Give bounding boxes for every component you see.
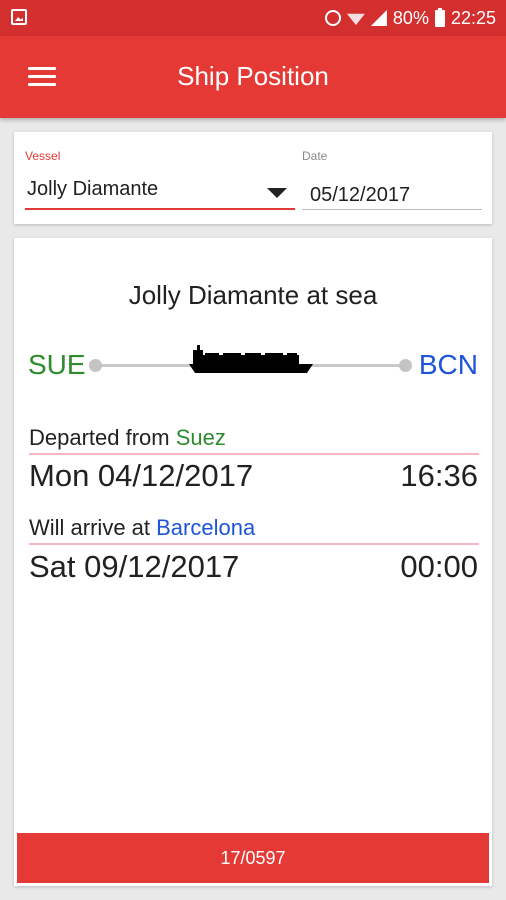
date-value: 05/12/2017 [310, 184, 411, 206]
page-title: Ship Position [177, 61, 329, 91]
wifi-icon [346, 13, 365, 25]
voyage-number-bar[interactable]: 17/0597 [17, 833, 489, 883]
departed-port: Suez [175, 425, 226, 450]
arrival-time: 00:00 [400, 549, 478, 584]
arrival-port: Barcelona [156, 515, 256, 540]
arrival-label: Will arrive at Barcelona [29, 515, 255, 541]
origin-dot [89, 359, 102, 372]
filter-card: Vessel Jolly Diamante Date 05/12/2017 [14, 132, 492, 224]
voyage-card: Jolly Diamante at sea SUE BCN Departed f… [14, 238, 492, 886]
date-field[interactable]: 05/12/2017 [302, 168, 482, 210]
clock: 22:25 [450, 7, 496, 28]
divider [29, 453, 479, 455]
status-indicators: 80% 22:25 [324, 0, 496, 36]
battery-icon [434, 7, 445, 27]
arrival-prefix: Will arrive at [29, 515, 157, 540]
destination-port-code: BCN [418, 349, 478, 380]
date-label: Date [302, 149, 328, 163]
dropdown-arrow-icon [267, 188, 287, 198]
departed-label: Departed from Suez [29, 425, 226, 451]
battery-percent: 80% [392, 7, 429, 28]
route-progress: SUE BCN [14, 340, 492, 390]
arrival-date: Sat 09/12/2017 [29, 549, 240, 584]
vessel-label: Vessel [25, 149, 61, 163]
departed-date: Mon 04/12/2017 [29, 458, 254, 493]
alarm-icon [324, 10, 341, 26]
destination-dot [399, 359, 412, 372]
vessel-selected-value: Jolly Diamante [27, 178, 159, 200]
image-notification-icon [11, 9, 27, 25]
divider [29, 543, 479, 545]
vessel-dropdown[interactable]: Jolly Diamante [25, 168, 295, 210]
voyage-status-title: Jolly Diamante at sea [128, 280, 378, 310]
app-bar: Ship Position [0, 36, 506, 118]
status-bar: 80% 22:25 [0, 0, 506, 36]
departed-prefix: Departed from [29, 425, 176, 450]
ship-icon [189, 345, 313, 373]
departed-time: 16:36 [400, 458, 478, 493]
signal-icon [370, 10, 387, 26]
origin-port-code: SUE [28, 349, 86, 380]
